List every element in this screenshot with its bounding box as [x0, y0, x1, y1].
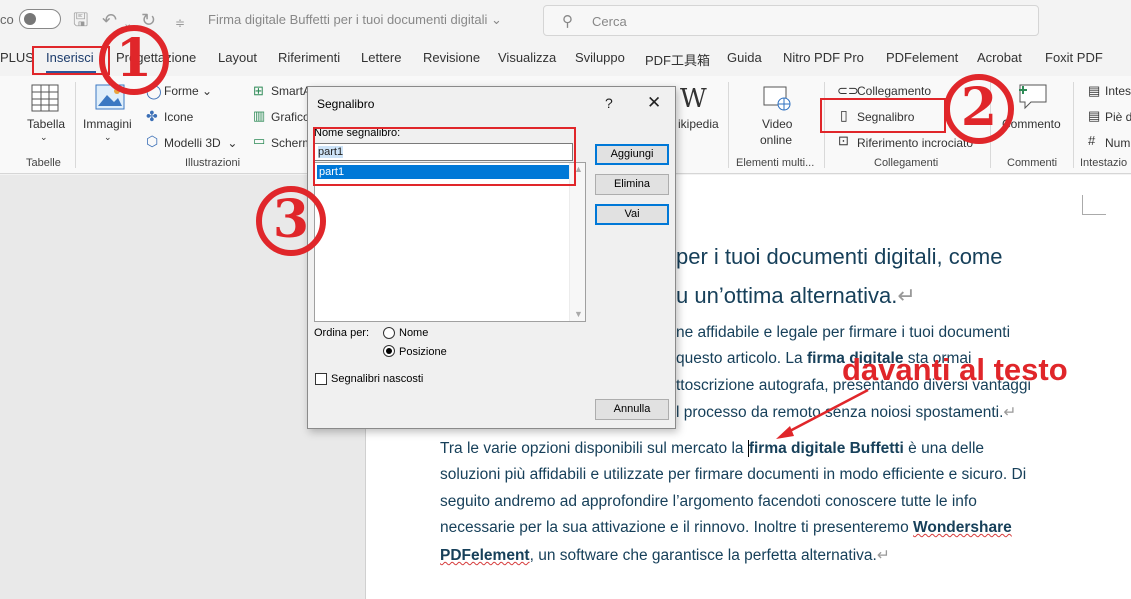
tab-foxit[interactable]: Foxit PDF: [1045, 50, 1103, 65]
doc-paragraph-1-line-1: ne affidabile e legale per firmare i tuo…: [676, 324, 1011, 341]
smartart-icon[interactable]: ⊞: [253, 83, 264, 99]
dialog-title: Segnalibro: [317, 97, 375, 111]
forme-button[interactable]: Forme ⌄: [164, 84, 212, 98]
tab-pdf-toolbox[interactable]: PDF工具箱: [645, 50, 710, 69]
ribbon-separator: [75, 82, 76, 168]
doc-paragraph-2-line-2: soluzioni più affidabili e utilizzate pe…: [440, 466, 1027, 483]
cancel-button[interactable]: Annulla: [595, 399, 669, 420]
numero-pagina-button[interactable]: Num: [1105, 136, 1130, 150]
ribbon-separator: [1073, 82, 1074, 168]
table-icon[interactable]: [31, 84, 59, 112]
chart-icon[interactable]: ▥: [253, 108, 265, 124]
step-2-marker: 2: [944, 74, 1014, 144]
tab-lettere[interactable]: Lettere: [361, 50, 401, 65]
step-3-marker: 3: [256, 186, 326, 256]
sort-name-radio[interactable]: [383, 327, 395, 339]
video-online-label-1[interactable]: Video: [762, 117, 792, 131]
doc-heading-line-2: u un’ottima alternativa.↵: [676, 283, 916, 308]
sort-by-label: Ordina per:: [314, 327, 370, 339]
tab-pdfelement[interactable]: PDFelement: [886, 50, 958, 65]
tab-revisione[interactable]: Revisione: [423, 50, 480, 65]
cube-3d-icon[interactable]: ⬡: [146, 133, 158, 150]
video-online-icon[interactable]: [763, 86, 793, 112]
tabella-dropdown-icon[interactable]: ⌄: [40, 132, 48, 143]
tab-acrobat[interactable]: Acrobat: [977, 50, 1022, 65]
tabella-button[interactable]: Tabella: [27, 117, 65, 131]
search-icon: ⚲: [562, 13, 573, 30]
tab-layout[interactable]: Layout: [218, 50, 257, 65]
bookmark-list[interactable]: part1 ▲ ▼: [314, 162, 586, 322]
search-placeholder: Cerca: [592, 14, 627, 29]
highlight-box-segnalibro: [820, 98, 946, 133]
goto-button[interactable]: Vai: [595, 204, 669, 225]
video-online-label-2[interactable]: online: [760, 133, 792, 147]
cross-reference-icon[interactable]: ⊡: [838, 133, 849, 149]
group-elementi-multimediali: Elementi multi...: [736, 157, 815, 169]
doc-paragraph-2-line-1: Tra le varie opzioni disponibili sul mer…: [440, 440, 985, 457]
wikipedia-button[interactable]: ikipedia: [678, 117, 719, 131]
tab-nitro[interactable]: Nitro PDF Pro: [783, 50, 864, 65]
title-bar: co 🖫 ↶ ⌄ ↻ ≑ Firma digitale Buffetti per…: [0, 0, 1131, 42]
highlight-box-bookmark-name: [313, 127, 576, 186]
bookmark-list-scrollbar[interactable]: ▲ ▼: [569, 163, 585, 321]
immagini-button[interactable]: Immagini: [83, 117, 132, 131]
comment-icon[interactable]: [1017, 82, 1049, 110]
hidden-bookmarks-label[interactable]: Segnalibri nascosti: [331, 373, 423, 385]
group-commenti: Commenti: [1007, 157, 1058, 169]
doc-paragraph-1-line-4: l processo da remoto senza noiosi sposta…: [676, 404, 1017, 421]
add-button[interactable]: Aggiungi: [595, 144, 669, 165]
pie-di-pagina-button[interactable]: Piè d: [1105, 110, 1131, 124]
sort-position-radio[interactable]: [383, 345, 395, 357]
undo-icon[interactable]: ↶: [102, 10, 117, 30]
hidden-bookmarks-checkbox[interactable]: [315, 373, 327, 385]
page-corner-mark: [1082, 195, 1106, 215]
group-intestazione: Intestazio: [1080, 157, 1128, 169]
grafico-button[interactable]: Grafico: [271, 110, 310, 124]
page-number-icon[interactable]: #: [1088, 133, 1095, 148]
riferimento-incrociato-button[interactable]: Riferimento incrociato: [857, 136, 973, 150]
screenshot-icon[interactable]: ▭: [253, 133, 265, 149]
doc-paragraph-2-line-5: PDFelement, un software che garantisce l…: [440, 547, 890, 564]
icone-button[interactable]: Icone: [164, 110, 193, 124]
save-icon[interactable]: 🖫: [73, 10, 88, 30]
icons-icon[interactable]: ✤: [146, 108, 158, 125]
tab-plus[interactable]: PLUS: [0, 50, 34, 65]
collegamento-button[interactable]: Collegamento: [857, 84, 931, 98]
autosave-label: co: [0, 12, 14, 27]
smartart-button[interactable]: SmartA: [271, 84, 311, 98]
tab-riferimenti[interactable]: Riferimenti: [278, 50, 340, 65]
tab-sviluppo[interactable]: Sviluppo: [575, 50, 625, 65]
document-title[interactable]: Firma digitale Buffetti per i tuoi docum…: [208, 12, 502, 28]
scroll-down-icon[interactable]: ▼: [574, 309, 583, 319]
doc-heading-line-1: per i tuoi documenti digitali, come: [676, 244, 1003, 269]
close-icon[interactable]: ✕: [647, 93, 661, 113]
group-collegamenti: Collegamenti: [874, 157, 939, 169]
group-tabelle: Tabelle: [26, 157, 61, 169]
customize-qat-icon[interactable]: ≑: [175, 13, 185, 33]
group-illustrazioni: Illustrazioni: [185, 157, 241, 169]
sort-position-label[interactable]: Posizione: [399, 346, 447, 358]
ribbon-separator: [728, 82, 729, 168]
step-1-marker: 1: [99, 25, 169, 95]
footer-icon[interactable]: ▤: [1088, 108, 1100, 124]
wikipedia-icon[interactable]: W: [680, 84, 707, 114]
delete-button[interactable]: Elimina: [595, 174, 669, 195]
sort-name-label[interactable]: Nome: [399, 327, 428, 339]
ribbon-tabs: PLUS Inserisci Progettazione Layout Rife…: [0, 42, 1131, 76]
doc-paragraph-2-line-3: seguito andremo ad approfondire l’argome…: [440, 493, 977, 510]
tab-visualizza[interactable]: Visualizza: [498, 50, 556, 65]
header-icon[interactable]: ▤: [1088, 83, 1100, 99]
autosave-toggle[interactable]: [19, 9, 61, 29]
modelli3d-button[interactable]: Modelli 3D ⌄: [164, 136, 237, 150]
doc-paragraph-2-line-4: necessarie per la sua attivazione e il r…: [440, 519, 1012, 536]
immagini-dropdown-icon[interactable]: ⌄: [104, 132, 112, 143]
search-box[interactable]: ⚲ Cerca: [543, 5, 1039, 36]
link-icon[interactable]: ⊂⊃: [837, 83, 859, 99]
annotation-note: davanti al testo: [842, 352, 1068, 387]
help-button[interactable]: ?: [605, 95, 613, 111]
intestazione-button[interactable]: Intes: [1105, 84, 1131, 98]
tab-guida[interactable]: Guida: [727, 50, 762, 65]
